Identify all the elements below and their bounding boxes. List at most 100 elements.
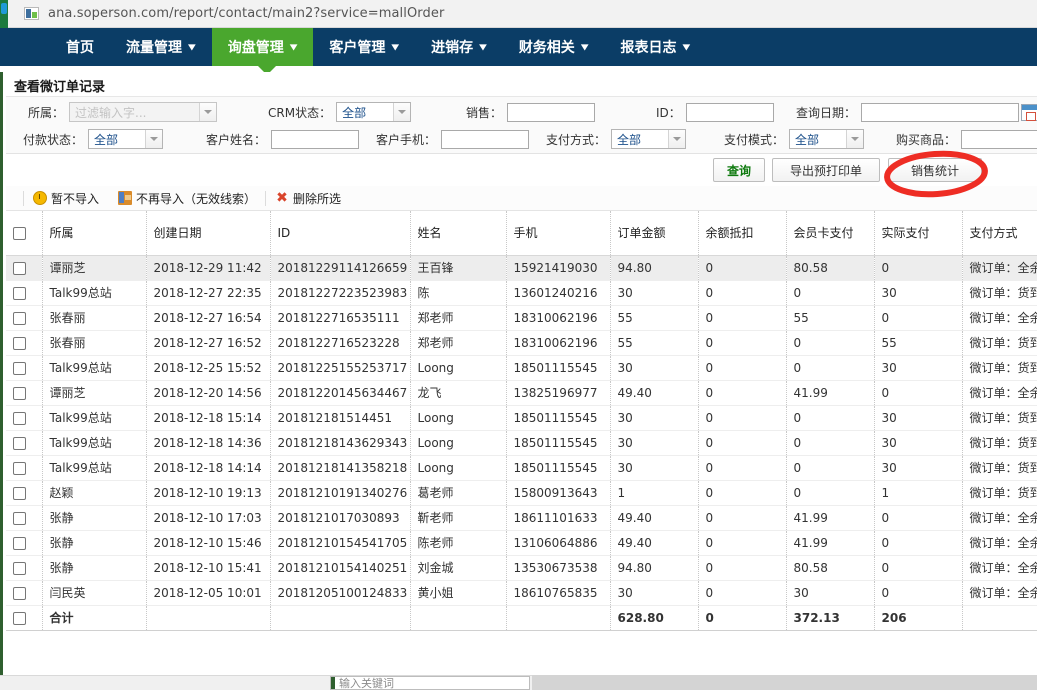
delete-selected-button[interactable]: ✖ 删除所选	[275, 190, 341, 207]
query-button[interactable]: 查询	[713, 158, 765, 182]
nav-item-traffic-management[interactable]: 流量管理 ▼	[110, 28, 212, 66]
table-row[interactable]: 赵颖 2018-12-10 19:13 20181210191340276 葛老师 15…	[6, 480, 1037, 506]
row-select-cell[interactable]	[6, 255, 43, 281]
col-header-name[interactable]: 姓名	[410, 211, 507, 256]
table-row[interactable]: 张春丽 2018-12-27 16:54 2018122716535111 郑老师 18…	[6, 305, 1037, 331]
row-checkbox[interactable]	[13, 336, 26, 350]
filter-owner-label: 所属：	[28, 105, 65, 120]
table-row[interactable]: Talk99总站 2018-12-18 14:14 2018121814135821…	[6, 455, 1037, 481]
row-checkbox[interactable]	[13, 511, 26, 525]
row-select-cell[interactable]	[6, 530, 43, 556]
row-select-cell[interactable]	[6, 330, 43, 356]
row-checkbox[interactable]	[13, 561, 26, 575]
row-select-cell[interactable]	[6, 280, 43, 306]
cell-card: 0	[786, 455, 875, 481]
col-header-deduct[interactable]: 余额抵扣	[698, 211, 787, 256]
total-id-blank	[270, 605, 411, 631]
cell-owner: Talk99总站	[42, 355, 147, 381]
nav-item-home[interactable]: 首页	[50, 28, 110, 66]
table-row[interactable]: Talk99总站 2018-12-27 22:35 2018122722352398…	[6, 280, 1037, 306]
table-row[interactable]: 谭丽芝 2018-12-20 14:56 20181220145634467 龙飞 13…	[6, 380, 1037, 406]
col-header-id[interactable]: ID	[270, 211, 411, 256]
nav-item-customer-management[interactable]: 客户管理 ▼	[313, 28, 415, 66]
query-date-input[interactable]	[861, 102, 1020, 122]
customer-name-input[interactable]	[271, 129, 360, 149]
row-select-cell[interactable]	[6, 480, 43, 506]
col-header-phone[interactable]: 手机	[506, 211, 611, 256]
row-select-cell[interactable]	[6, 580, 43, 606]
row-checkbox[interactable]	[13, 586, 26, 600]
payment-mode-select-value: 全部	[795, 132, 820, 147]
row-select-cell[interactable]	[6, 380, 43, 406]
row-checkbox[interactable]	[13, 436, 26, 450]
browser-tab-strip[interactable]	[0, 0, 8, 28]
row-select-cell[interactable]	[6, 505, 43, 531]
total-select-cell[interactable]	[6, 605, 43, 631]
cell-actual: 0	[874, 255, 963, 281]
col-header-amount[interactable]: 订单金额	[610, 211, 699, 256]
calendar-icon[interactable]	[1021, 103, 1037, 121]
col-header-date[interactable]: 创建日期	[146, 211, 271, 256]
nav-item-reports-logs[interactable]: 报表日志 ▼	[605, 28, 707, 66]
row-checkbox[interactable]	[13, 411, 26, 425]
col-header-card[interactable]: 会员卡支付	[786, 211, 875, 256]
sales-stats-button[interactable]: 销售统计	[888, 158, 982, 182]
table-row[interactable]: Talk99总站 2018-12-18 14:36 2018121814362934…	[6, 430, 1037, 456]
table-row[interactable]: Talk99总站 2018-12-25 15:52 2018122515525371…	[6, 355, 1037, 381]
order-id-input[interactable]	[685, 102, 774, 122]
table-row[interactable]: 张静 2018-12-10 15:46 20181210154541705 陈老师 13…	[6, 530, 1037, 556]
row-checkbox[interactable]	[13, 536, 26, 550]
payment-method-select[interactable]: 全部	[611, 129, 687, 149]
export-print-button[interactable]: 导出预打印单	[772, 158, 880, 182]
delete-x-icon: ✖	[276, 190, 288, 206]
table-row[interactable]: 谭丽芝 2018-12-29 11:42 20181229114126659 王百锋 1…	[6, 255, 1037, 281]
row-checkbox[interactable]	[13, 286, 26, 300]
row-select-cell[interactable]	[6, 305, 43, 331]
row-checkbox[interactable]	[13, 486, 26, 500]
owner-select[interactable]: 过滤输入字...	[69, 102, 218, 122]
row-select-cell[interactable]	[6, 455, 43, 481]
row-select-cell[interactable]	[6, 430, 43, 456]
cell-card: 0	[786, 480, 875, 506]
table-row[interactable]: 闫民英 2018-12-05 10:01 20181205100124833 黄小姐 1…	[6, 580, 1037, 606]
purchased-product-input[interactable]	[961, 129, 1037, 149]
row-select-cell[interactable]	[6, 405, 43, 431]
clock-icon	[33, 191, 47, 205]
nav-item-finance[interactable]: 财务相关 ▼	[503, 28, 605, 66]
cell-amount: 55	[610, 330, 699, 356]
chevron-down-icon: ▼	[188, 42, 196, 52]
sales-input[interactable]	[507, 102, 596, 122]
row-checkbox[interactable]	[13, 386, 26, 400]
row-select-cell[interactable]	[6, 555, 43, 581]
table-row[interactable]: 张静 2018-12-10 17:03 2018121017030893 靳老师 186…	[6, 505, 1037, 531]
row-checkbox[interactable]	[13, 261, 26, 275]
select-all-checkbox[interactable]	[13, 226, 26, 240]
table-row[interactable]: 张静 2018-12-10 15:41 20181210154140251 刘金城 13…	[6, 555, 1037, 581]
cell-owner: 谭丽芝	[42, 255, 147, 281]
nav-item-inquiry-management[interactable]: 询盘管理 ▼	[211, 28, 314, 66]
hold-import-button[interactable]: 暂不导入	[33, 190, 99, 207]
row-checkbox[interactable]	[13, 461, 26, 475]
payment-mode-select[interactable]: 全部	[789, 129, 865, 149]
cell-payment-method: 微订单：全余额支付	[962, 580, 1037, 606]
row-checkbox[interactable]	[13, 361, 26, 375]
payment-status-select[interactable]: 全部	[88, 129, 164, 149]
keyword-search-box[interactable]: 输入关键词	[330, 676, 530, 690]
order-table: 所属 创建日期 ID 姓名 手机 订单金额 余额抵扣 会员卡支付 实际支付 支付…	[6, 211, 1037, 631]
crm-status-select[interactable]: 全部	[336, 102, 412, 122]
nav-item-inventory[interactable]: 进销存 ▼	[415, 28, 503, 66]
customer-phone-input[interactable]	[441, 129, 530, 149]
total-label: 合计	[42, 605, 147, 631]
col-header-method[interactable]: 支付方式	[962, 211, 1037, 256]
total-checkbox[interactable]	[13, 611, 26, 625]
col-header-actual[interactable]: 实际支付	[874, 211, 963, 256]
cell-actual: 30	[874, 430, 963, 456]
row-checkbox[interactable]	[13, 311, 26, 325]
never-import-button[interactable]: 不再导入（无效线索）	[118, 190, 256, 207]
select-all-cell[interactable]	[6, 211, 43, 256]
col-header-owner[interactable]: 所属	[42, 211, 147, 256]
table-row[interactable]: 张春丽 2018-12-27 16:52 2018122716523228 郑老师 18…	[6, 330, 1037, 356]
browser-address-bar[interactable]: ana.soperson.com/report/contact/main2?se…	[0, 0, 1037, 28]
row-select-cell[interactable]	[6, 355, 43, 381]
table-row[interactable]: Talk99总站 2018-12-18 15:14 201812181514451 L…	[6, 405, 1037, 431]
